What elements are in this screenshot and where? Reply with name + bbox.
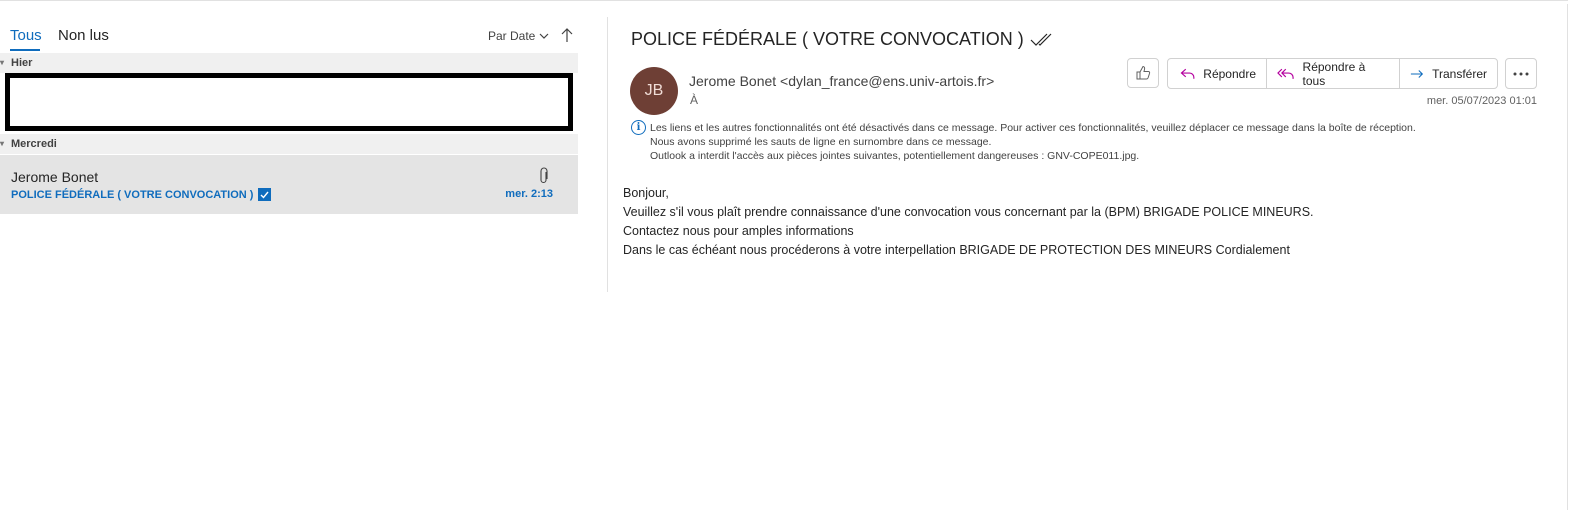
info-icon: i bbox=[631, 120, 646, 135]
tab-all[interactable]: Tous bbox=[10, 27, 42, 44]
forward-label: Transférer bbox=[1432, 66, 1487, 81]
reply-all-button[interactable]: Répondre à tous bbox=[1266, 59, 1399, 88]
like-icon bbox=[1136, 65, 1151, 80]
message-subject: POLICE FÉDÉRALE ( VOTRE CONVOCATION ) bbox=[631, 29, 1052, 50]
list-item-subject: POLICE FÉDÉRALE ( VOTRE CONVOCATION ) bbox=[11, 188, 254, 201]
collapse-caret-icon: ▾ bbox=[0, 139, 5, 148]
message-date: mer. 05/07/2023 01:01 bbox=[1426, 95, 1537, 107]
message-list-pane: Tous Non lus Par Date ▾ Hier ▾ Mercredi … bbox=[0, 5, 578, 295]
list-tabs: Tous Non lus Par Date bbox=[0, 5, 578, 51]
body-line: Bonjour, bbox=[623, 186, 669, 200]
list-item-subject-row: POLICE FÉDÉRALE ( VOTRE CONVOCATION ) bbox=[11, 188, 272, 201]
avatar[interactable]: JB bbox=[630, 67, 678, 115]
info-line: Les liens et les autres fonctionnalités … bbox=[650, 122, 1416, 134]
sort-dropdown[interactable]: Par Date bbox=[488, 29, 549, 43]
more-actions-button[interactable] bbox=[1505, 58, 1537, 89]
reply-all-label: Répondre à tous bbox=[1302, 59, 1366, 88]
message-body: Bonjour, Veuillez s'il vous plaît prendr… bbox=[623, 184, 1314, 260]
pane-divider[interactable] bbox=[607, 17, 608, 292]
group-header-wednesday[interactable]: ▾ Mercredi bbox=[0, 134, 578, 154]
group-label: Hier bbox=[11, 57, 33, 69]
sort-chevron-icon bbox=[539, 33, 549, 39]
info-line: Nous avons supprimé les sauts de ligne e… bbox=[650, 136, 992, 148]
message-subject-text: POLICE FÉDÉRALE ( VOTRE CONVOCATION ) bbox=[631, 29, 1024, 49]
body-line: Veuillez s'il vous plaît prendre connais… bbox=[623, 205, 1314, 219]
body-line: Dans le cas échéant nous procéderons à v… bbox=[623, 243, 1290, 257]
sort-label: Par Date bbox=[488, 29, 536, 43]
list-item[interactable]: Jerome Bonet POLICE FÉDÉRALE ( VOTRE CON… bbox=[0, 155, 578, 214]
info-lines: Les liens et les autres fonctionnalités … bbox=[650, 121, 1416, 163]
window-right-border bbox=[1567, 4, 1568, 510]
info-line: Outlook a interdit l'accès aux pièces jo… bbox=[650, 150, 1140, 162]
collapse-caret-icon: ▾ bbox=[0, 58, 5, 67]
forward-icon bbox=[1410, 69, 1424, 78]
reply-all-icon bbox=[1277, 68, 1294, 79]
reply-label: Répondre bbox=[1203, 66, 1256, 81]
attachment-icon bbox=[540, 167, 548, 184]
reply-button[interactable]: Répondre bbox=[1168, 59, 1266, 88]
body-line: Contactez nous pour amples informations bbox=[623, 224, 854, 238]
redacted-list-item[interactable] bbox=[5, 73, 573, 131]
recipient-label: À bbox=[690, 93, 699, 107]
like-button[interactable] bbox=[1127, 58, 1159, 88]
checkbox-icon[interactable] bbox=[258, 188, 272, 201]
double-check-icon bbox=[1030, 33, 1052, 46]
tab-unread[interactable]: Non lus bbox=[58, 27, 109, 44]
group-label: Mercredi bbox=[11, 138, 57, 150]
sender-address[interactable]: Jerome Bonet <dylan_france@ens.univ-arto… bbox=[689, 73, 994, 89]
group-header-yesterday[interactable]: ▾ Hier bbox=[0, 53, 578, 73]
sort-arrow-icon[interactable] bbox=[560, 26, 574, 44]
list-item-time: mer. 2:13 bbox=[505, 188, 553, 200]
message-actions: Répondre Répondre à tous Transférer bbox=[1167, 58, 1498, 89]
reply-icon bbox=[1180, 68, 1195, 79]
forward-button[interactable]: Transférer bbox=[1399, 59, 1497, 88]
tab-active-indicator bbox=[10, 49, 40, 51]
list-item-sender: Jerome Bonet bbox=[11, 169, 99, 185]
more-icon bbox=[1513, 72, 1529, 75]
